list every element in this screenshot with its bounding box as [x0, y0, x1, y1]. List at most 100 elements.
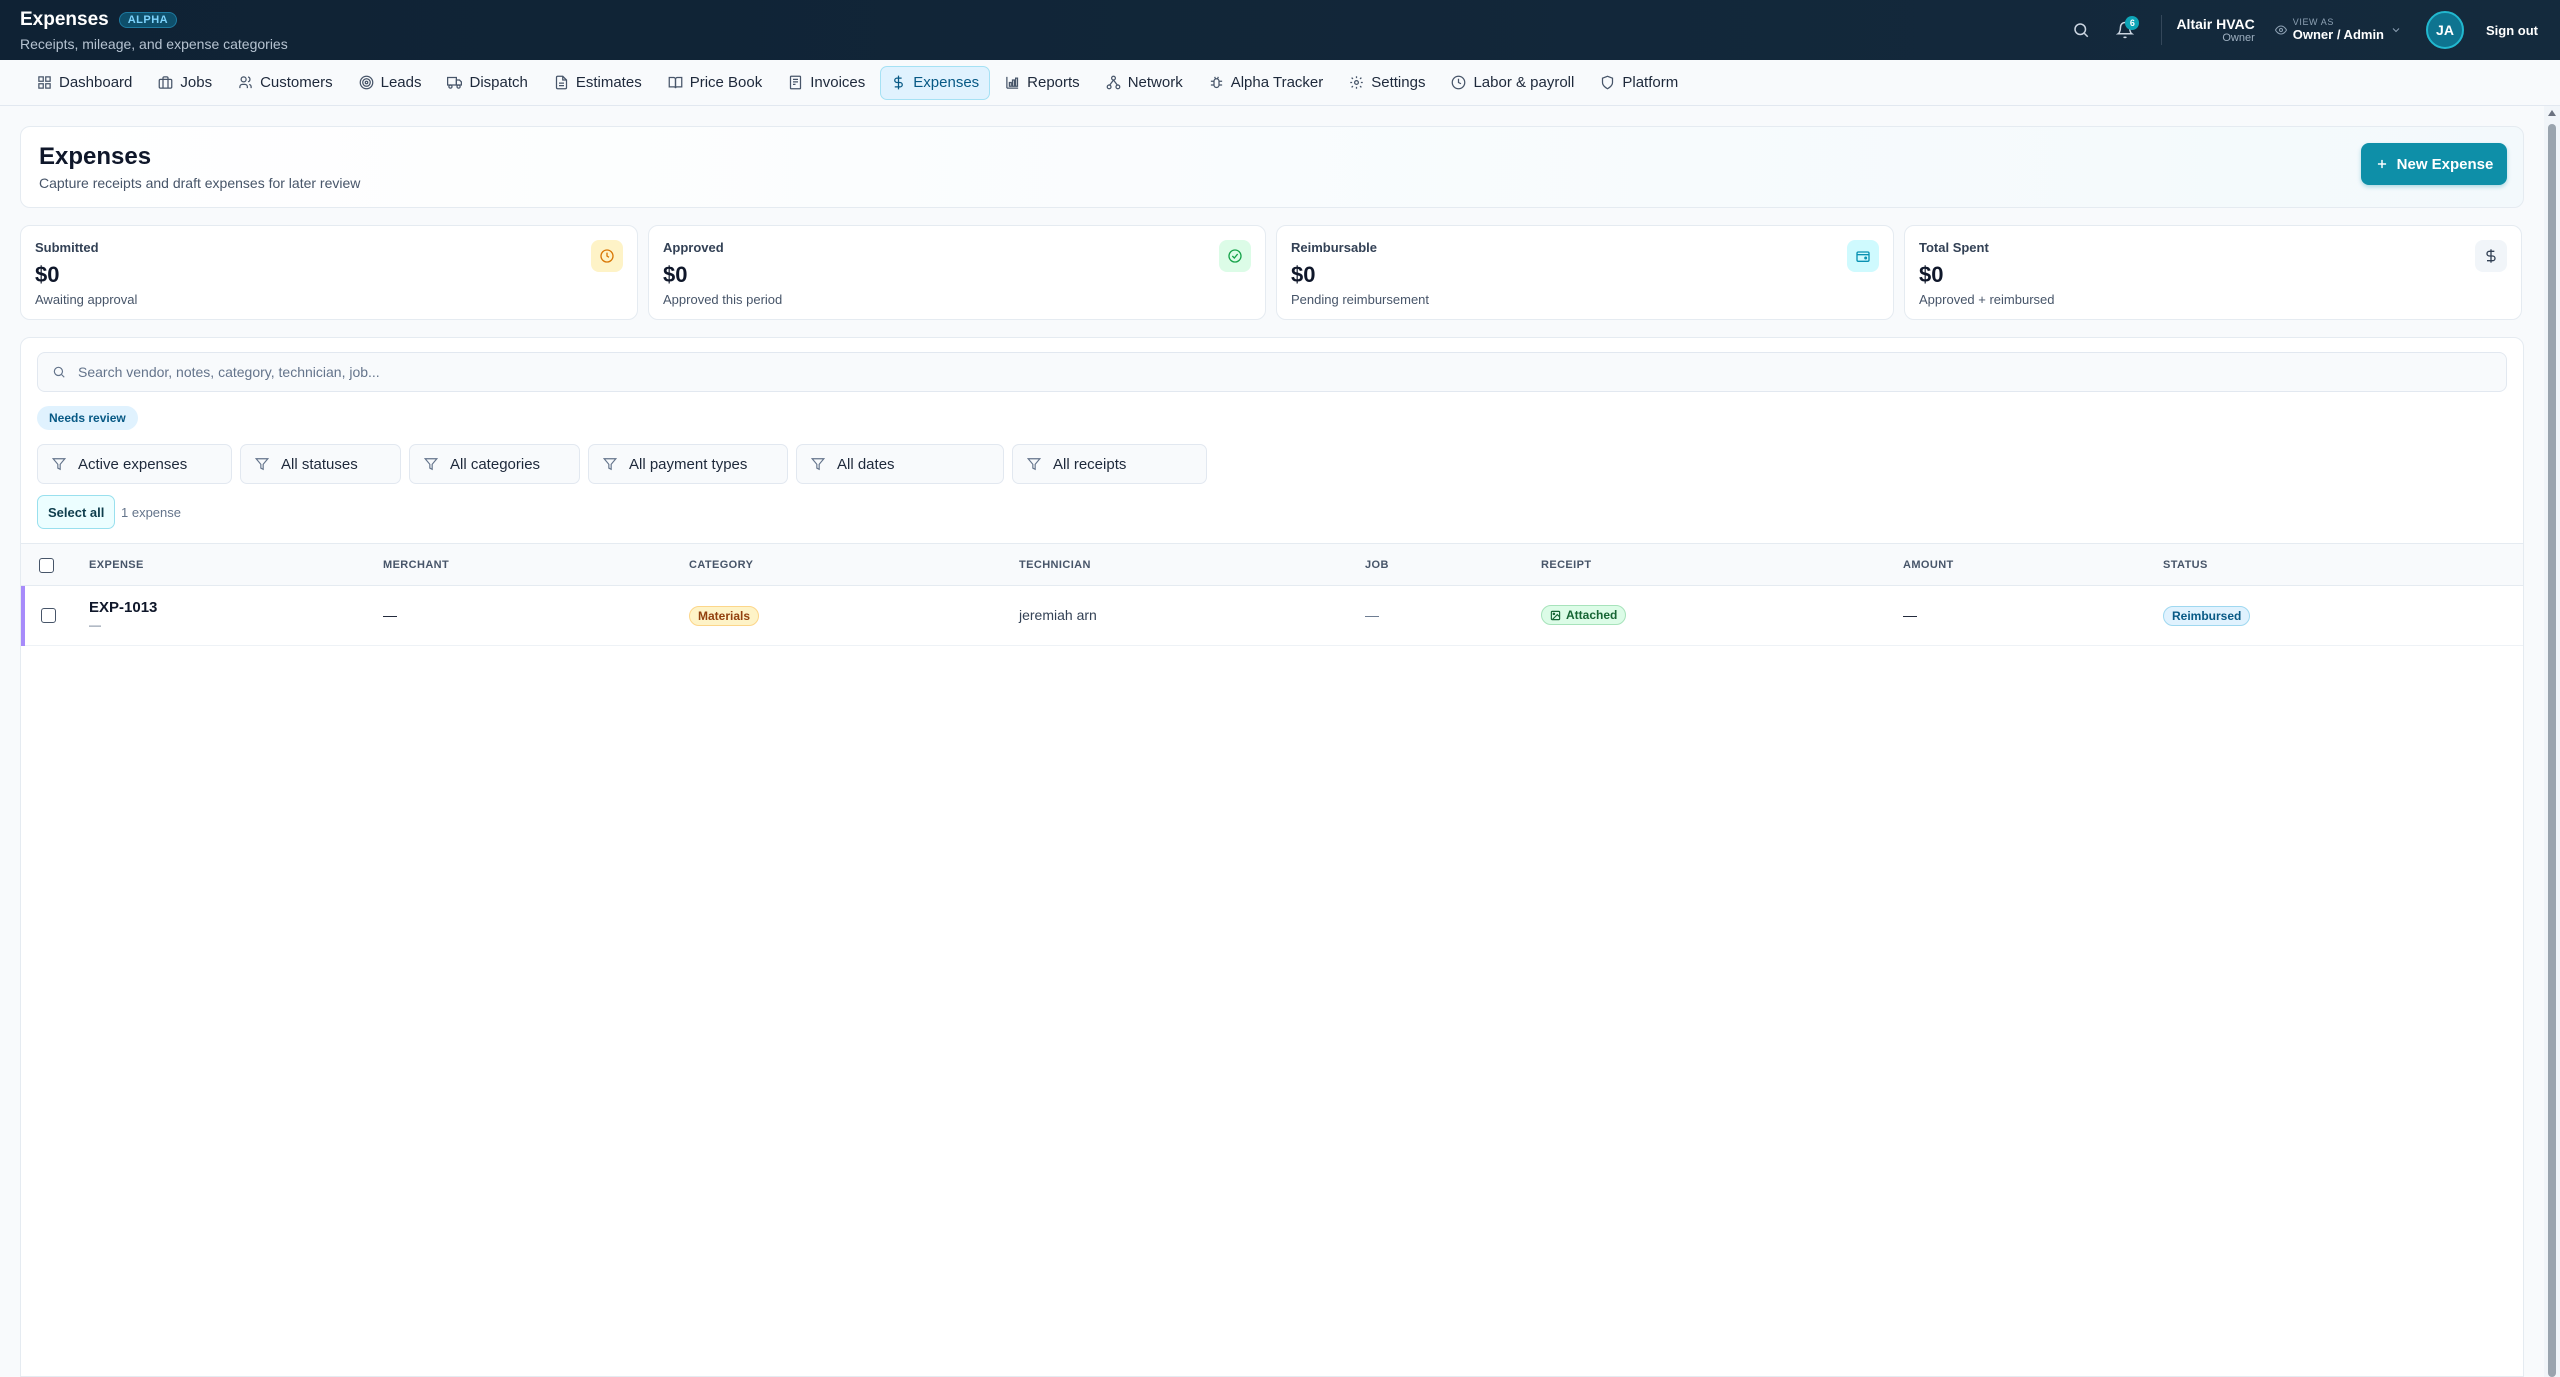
org-role: Owner — [2222, 31, 2255, 44]
nav-jobs[interactable]: Jobs — [147, 66, 223, 100]
file-icon — [555, 75, 567, 90]
filter-receipts[interactable]: All receipts — [1012, 444, 1207, 484]
column-header[interactable]: RECEIPT — [1541, 559, 1591, 571]
nav-label: Alpha Tracker — [1230, 74, 1324, 91]
nav-settings[interactable]: Settings — [1338, 66, 1436, 100]
filter-payment-types[interactable]: All payment types — [588, 444, 788, 484]
filter-icon — [52, 458, 66, 471]
select-all-button[interactable]: Select all — [37, 495, 116, 529]
nav-label: Platform — [1622, 74, 1679, 91]
avatar[interactable]: JA — [2426, 11, 2464, 49]
filter-icon — [424, 458, 438, 471]
nav-label: Network — [1127, 74, 1183, 91]
filter-label: All categories — [450, 455, 541, 473]
search-box — [37, 352, 2507, 392]
nav-platform[interactable]: Platform — [1589, 66, 1689, 100]
app-subtitle: Receipts, mileage, and expense categorie… — [20, 36, 288, 52]
filter-dates[interactable]: All dates — [796, 444, 1004, 484]
category-badge: Materials — [689, 606, 760, 626]
stat-label: Submitted — [35, 240, 99, 255]
nav-estimates[interactable]: Estimates — [543, 66, 653, 100]
filter-icon — [1027, 458, 1041, 471]
needs-review-chip[interactable]: Needs review — [37, 406, 138, 430]
grid-icon — [38, 76, 51, 89]
amount-cell: — — [1903, 607, 1917, 623]
filter-categories[interactable]: All categories — [409, 444, 580, 484]
nav-label: Reports — [1027, 74, 1080, 91]
stat-value: $0 — [35, 262, 60, 287]
nav-label: Price Book — [689, 74, 763, 91]
dollar-icon — [2475, 240, 2507, 272]
nav-label: Expenses — [913, 74, 980, 91]
page-scrollbar[interactable] — [2544, 106, 2560, 1377]
stat-subtext: Pending reimbursement — [1291, 292, 1430, 307]
truck-icon — [447, 76, 463, 89]
main-nav: Dashboard Jobs Customers Leads Dispatch … — [0, 60, 2560, 106]
column-header[interactable]: MERCHANT — [383, 559, 449, 571]
nav-dashboard[interactable]: Dashboard — [26, 66, 143, 100]
select-all-checkbox[interactable] — [39, 558, 54, 573]
job-cell: — — [1365, 607, 1379, 623]
stat-label: Approved — [663, 240, 724, 255]
column-header[interactable]: EXPENSE — [89, 559, 144, 571]
table-header: EXPENSE MERCHANT CATEGORY TECHNICIAN JOB… — [21, 543, 2523, 586]
receipt-label: Attached — [1566, 608, 1618, 622]
image-icon — [1550, 610, 1561, 620]
nav-label: Invoices — [810, 74, 866, 91]
nav-expenses[interactable]: Expenses — [880, 65, 991, 100]
table-row[interactable]: EXP-1013 — — Materials jeremiah arn — At… — [21, 586, 2523, 646]
search-icon — [2074, 23, 2089, 38]
stat-card-approved: Approved $0 Approved this period — [648, 225, 1266, 320]
filter-icon — [255, 458, 269, 471]
nav-label: Labor & payroll — [1473, 74, 1575, 91]
scrollbar-thumb[interactable] — [2548, 124, 2556, 1377]
column-header[interactable]: AMOUNT — [1903, 559, 1954, 571]
nav-customers[interactable]: Customers — [227, 66, 344, 100]
briefcase-icon — [159, 76, 173, 89]
wallet-icon — [1847, 240, 1879, 272]
sign-out-button[interactable]: Sign out — [2486, 23, 2538, 38]
nav-price-book[interactable]: Price Book — [657, 66, 774, 100]
search-input[interactable] — [78, 364, 2378, 380]
nav-reports[interactable]: Reports — [994, 66, 1091, 100]
dollar-icon — [894, 75, 904, 90]
bug-icon — [1210, 76, 1222, 89]
nav-invoices[interactable]: Invoices — [777, 66, 876, 100]
stat-card-total-spent: Total Spent $0 Approved + reimbursed — [1904, 225, 2522, 320]
stat-value: $0 — [663, 262, 688, 287]
column-header[interactable]: JOB — [1365, 559, 1389, 571]
stat-label: Total Spent — [1919, 240, 1989, 255]
merchant-cell: — — [383, 607, 397, 623]
filter-active-expenses[interactable]: Active expenses — [37, 444, 232, 484]
expenses-panel: Needs review Active expenses All statuse… — [20, 337, 2524, 1377]
nav-leads[interactable]: Leads — [348, 66, 433, 100]
chevron-down-icon — [2392, 28, 2400, 33]
filter-label: All dates — [837, 455, 895, 473]
filter-bar: Active expenses All statuses All categor… — [37, 444, 1207, 484]
row-checkbox[interactable] — [41, 608, 56, 623]
new-expense-button[interactable]: New Expense — [2361, 143, 2507, 185]
expense-id[interactable]: EXP-1013 — [89, 599, 157, 616]
filter-statuses[interactable]: All statuses — [240, 444, 401, 484]
nav-network[interactable]: Network — [1095, 66, 1194, 100]
notifications-button[interactable]: 6 — [2109, 14, 2141, 46]
column-header[interactable]: TECHNICIAN — [1019, 559, 1091, 571]
nav-alpha-tracker[interactable]: Alpha Tracker — [1198, 66, 1335, 100]
divider — [2161, 15, 2163, 45]
scroll-up-arrow-icon[interactable] — [2548, 110, 2556, 116]
stat-value: $0 — [1919, 262, 1944, 287]
receipt-badge[interactable]: Attached — [1541, 605, 1627, 625]
nav-label: Leads — [380, 74, 422, 91]
view-as-select[interactable]: VIEW AS Owner / Admin — [2274, 17, 2402, 42]
plus-icon — [2377, 159, 2386, 169]
search-button[interactable] — [2065, 14, 2097, 46]
column-header[interactable]: STATUS — [2163, 559, 2208, 571]
page-header: Expenses Capture receipts and draft expe… — [20, 126, 2524, 208]
stat-subtext: Awaiting approval — [35, 292, 138, 307]
filter-label: All payment types — [629, 455, 748, 473]
nav-label: Settings — [1371, 74, 1426, 91]
column-header[interactable]: CATEGORY — [689, 559, 753, 571]
nav-dispatch[interactable]: Dispatch — [436, 66, 538, 100]
org-name: Altair HVAC — [2176, 15, 2255, 32]
nav-labor-payroll[interactable]: Labor & payroll — [1440, 66, 1585, 100]
